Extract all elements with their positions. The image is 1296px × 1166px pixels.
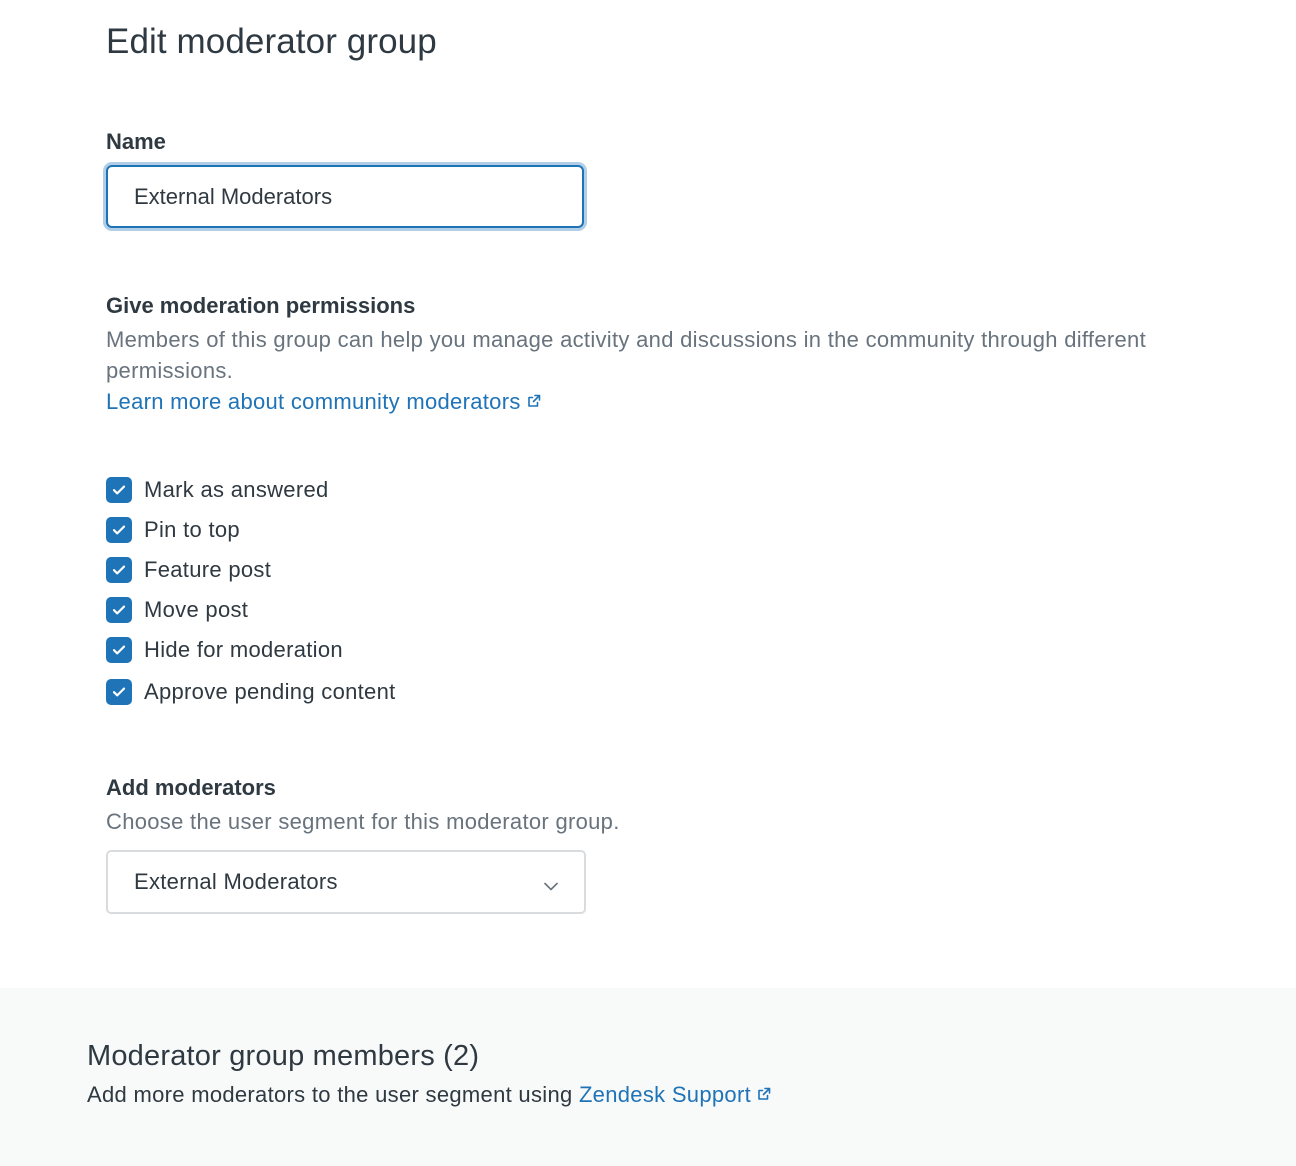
members-hint-text: Add more moderators to the user segment … [87, 1082, 579, 1107]
chevron-down-icon [544, 878, 558, 896]
user-segment-select[interactable]: External Moderators [106, 850, 586, 914]
checkmark-icon [112, 605, 126, 615]
add-moderators-description: Choose the user segment for this moderat… [106, 809, 620, 834]
permission-label: Move post [144, 597, 249, 622]
external-link-icon [757, 1081, 771, 1107]
permission-approve-pending-content[interactable]: Approve pending content [106, 678, 396, 706]
name-label: Name [106, 129, 166, 154]
permissions-description: Members of this group can help you manag… [106, 327, 1146, 383]
learn-more-link-text: Learn more about community moderators [106, 389, 521, 414]
page-title: Edit moderator group [106, 22, 437, 61]
checkbox-pin-to-top[interactable] [106, 517, 132, 543]
checkbox-approve-pending-content[interactable] [106, 679, 132, 705]
permission-label: Feature post [144, 557, 272, 582]
zendesk-support-link-text: Zendesk Support [578, 1082, 751, 1107]
user-segment-selected-value: External Moderators [134, 869, 338, 894]
permission-mark-as-answered[interactable]: Mark as answered [106, 476, 329, 504]
permission-hide-for-moderation[interactable]: Hide for moderation [106, 636, 343, 664]
learn-more-link[interactable]: Learn more about community moderators [106, 389, 541, 415]
moderator-group-members-section: Moderator group members (2) Add more mod… [0, 988, 1296, 1166]
checkmark-icon [112, 565, 126, 575]
permission-feature-post[interactable]: Feature post [106, 556, 271, 584]
checkbox-mark-as-answered[interactable] [106, 477, 132, 503]
permission-label: Pin to top [144, 517, 240, 542]
checkbox-hide-for-moderation[interactable] [106, 637, 132, 663]
members-title: Moderator group members (2) [87, 1040, 480, 1072]
checkbox-move-post[interactable] [106, 597, 132, 623]
name-input[interactable] [106, 165, 584, 228]
permission-label: Hide for moderation [144, 637, 343, 662]
checkmark-icon [112, 645, 126, 655]
checkmark-icon [112, 485, 126, 495]
edit-moderator-group-page: Edit moderator group Name Give moderatio… [0, 0, 1296, 1166]
permission-label: Mark as answered [144, 477, 329, 502]
members-hint: Add more moderators to the user segment … [87, 1082, 771, 1108]
permission-pin-to-top[interactable]: Pin to top [106, 516, 240, 544]
permission-move-post[interactable]: Move post [106, 596, 248, 624]
zendesk-support-link[interactable]: Zendesk Support [579, 1082, 771, 1107]
external-link-icon [527, 388, 541, 414]
checkbox-feature-post[interactable] [106, 557, 132, 583]
permissions-label: Give moderation permissions [106, 293, 416, 318]
checkmark-icon [112, 687, 126, 697]
permission-label: Approve pending content [144, 679, 396, 704]
checkmark-icon [112, 525, 126, 535]
add-moderators-label: Add moderators [106, 775, 276, 800]
